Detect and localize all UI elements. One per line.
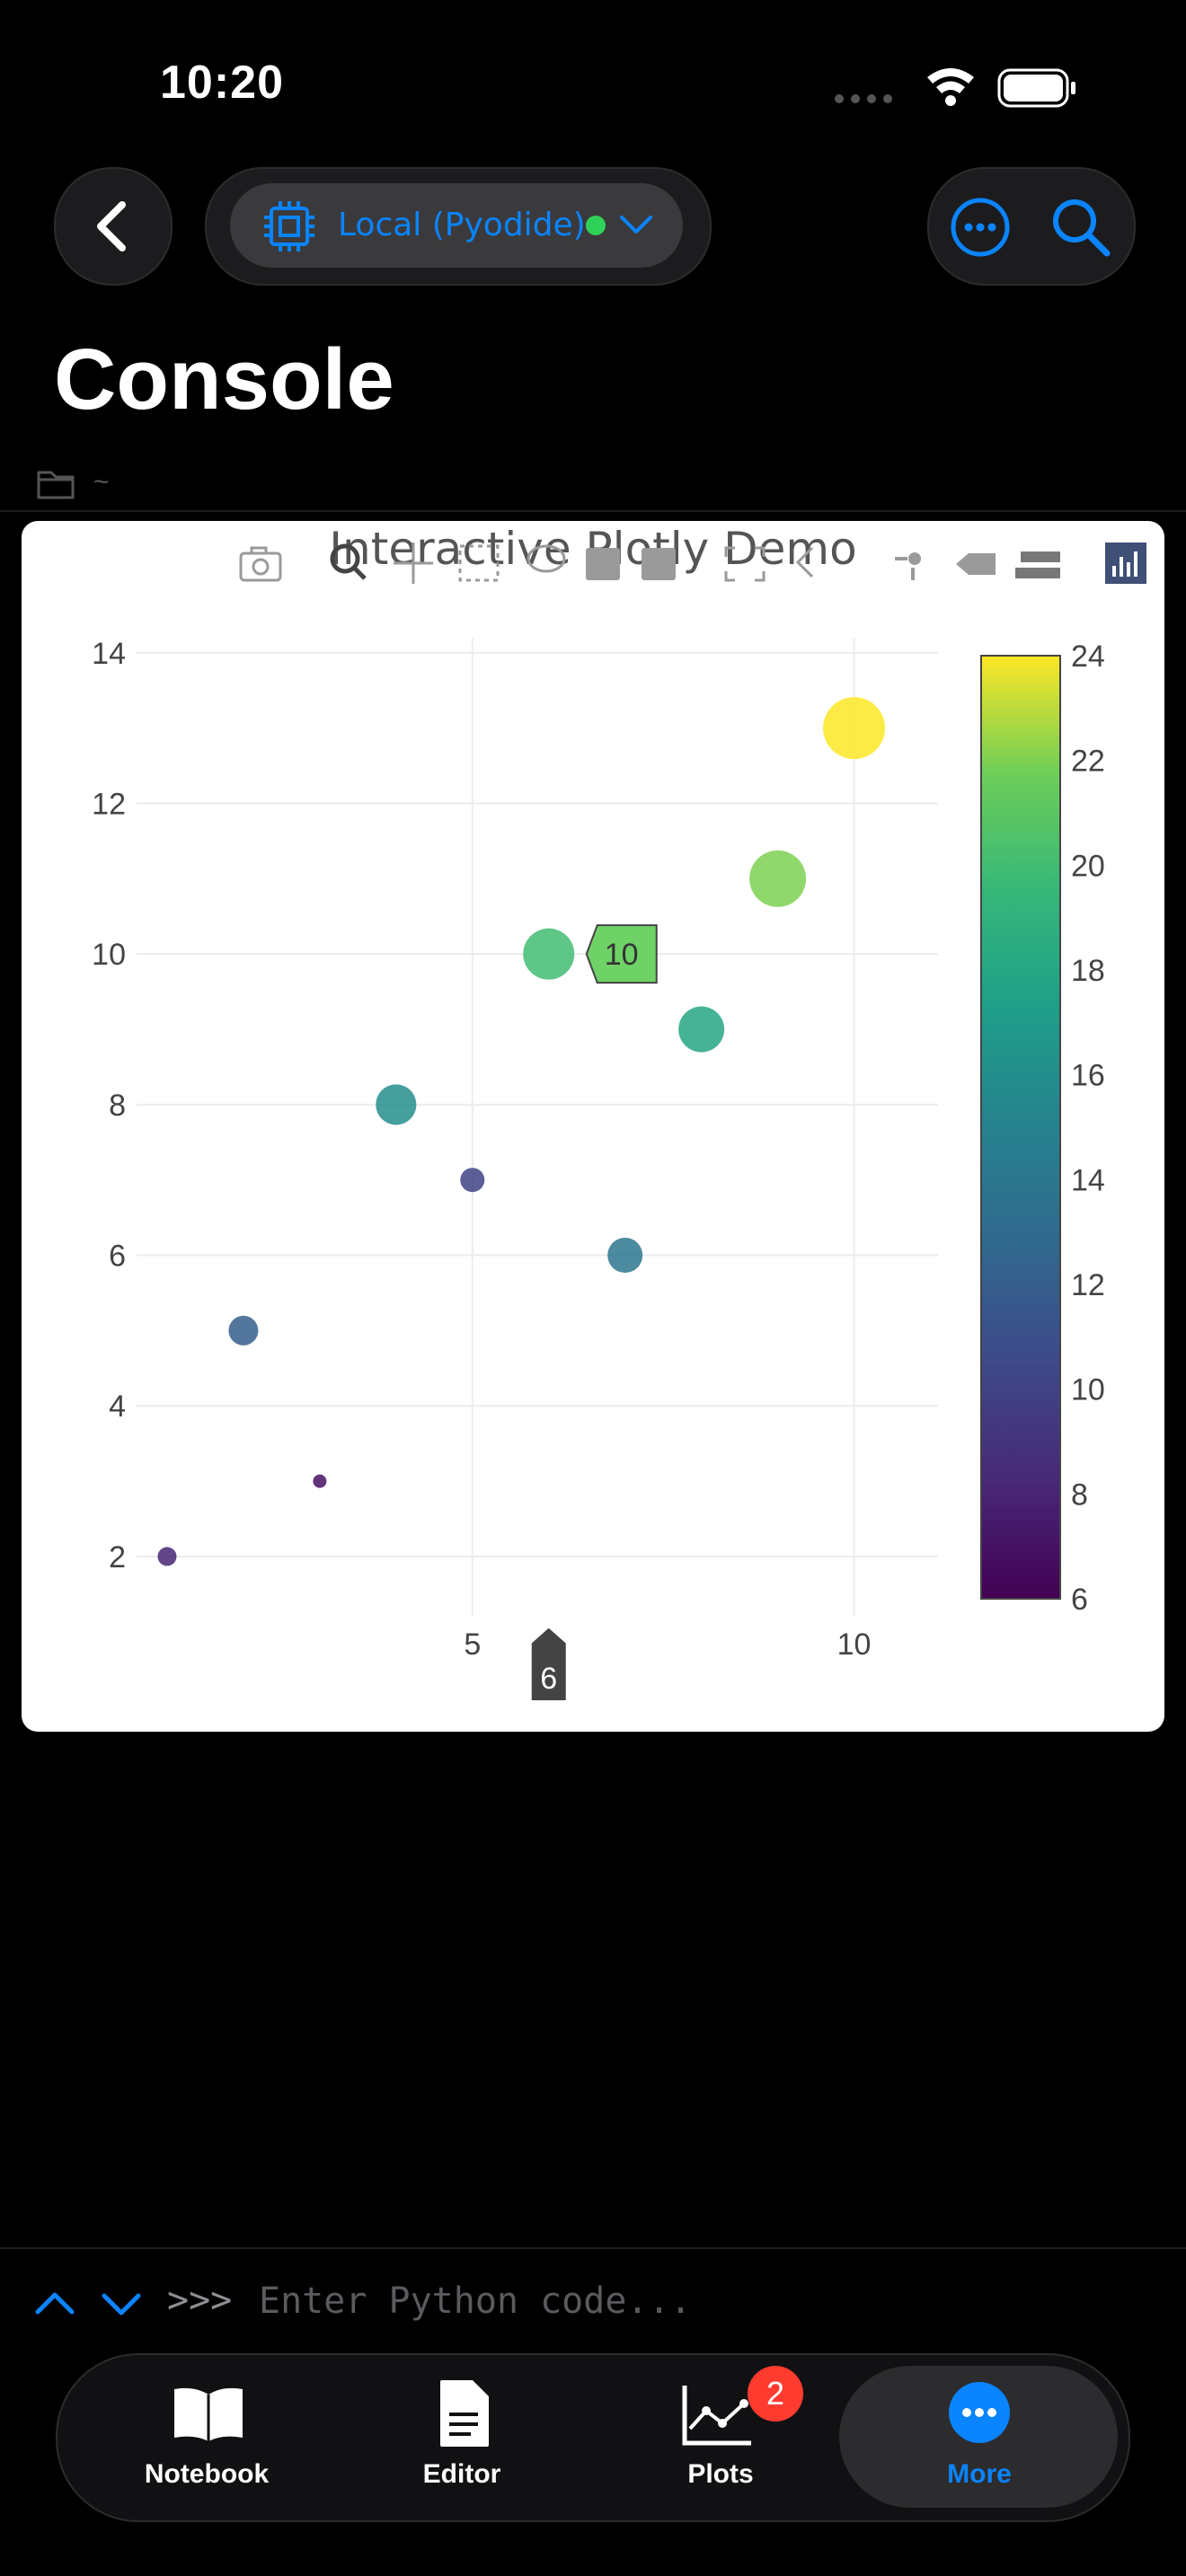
cellular-icon — [835, 94, 892, 103]
cpu-icon — [264, 201, 314, 251]
colorbar-tick-label: 12 — [1071, 1268, 1105, 1302]
x-tick-label: 10 — [837, 1628, 872, 1662]
page-title: Console — [54, 331, 394, 428]
history-up-icon[interactable] — [32, 2281, 77, 2326]
scatter-point[interactable] — [607, 1238, 643, 1274]
scatter-point[interactable] — [376, 1084, 417, 1125]
status-time: 10:20 — [160, 57, 284, 109]
tab-label: More — [947, 2459, 1012, 2489]
more-options-icon[interactable] — [949, 196, 1012, 259]
console-prompt: >>> — [167, 2280, 233, 2321]
tab-label: Plots — [687, 2459, 754, 2489]
hover-closest-icon[interactable] — [956, 553, 996, 575]
tab-notebook[interactable]: Notebook — [99, 2371, 314, 2501]
y-tick-label: 6 — [109, 1239, 126, 1274]
y-tick-label: 8 — [109, 1089, 126, 1123]
back-button[interactable] — [54, 167, 173, 286]
y-tick-label: 4 — [109, 1389, 126, 1424]
document-icon — [440, 2380, 489, 2447]
environment-label: Local (Pyodide) — [338, 207, 586, 243]
hover-compare-icon[interactable] — [1015, 551, 1060, 578]
tab-label: Notebook — [144, 2459, 270, 2489]
folder-icon — [37, 471, 75, 499]
x-axis: 5 10 — [464, 1628, 871, 1662]
status-icons — [835, 68, 1075, 108]
connection-status-dot — [586, 216, 606, 235]
colorbar-tick-label: 6 — [1071, 1583, 1088, 1617]
y-tick-label: 12 — [92, 787, 126, 821]
grid — [137, 638, 938, 1617]
book-icon — [174, 2387, 243, 2441]
python-code-input[interactable] — [257, 2271, 1069, 2332]
y-tick-label: 14 — [92, 637, 126, 671]
colorbar — [980, 655, 1061, 1600]
line-chart-icon — [682, 2386, 751, 2446]
colorbar-tick-label: 16 — [1071, 1059, 1105, 1093]
tab-label: Editor — [422, 2459, 501, 2489]
chevron-down-icon — [620, 216, 652, 234]
plotly-chart[interactable]: 2468101214 5 10 681012141618202224 10 6 I… — [22, 521, 1164, 1732]
colorbar-tick-label: 24 — [1071, 640, 1105, 674]
scatter-point[interactable] — [460, 1168, 485, 1193]
scatter-point[interactable] — [749, 850, 807, 907]
tab-more[interactable]: More — [872, 2371, 1087, 2501]
search-icon[interactable] — [1049, 196, 1112, 259]
scatter-point[interactable] — [678, 1006, 725, 1053]
hover-label-x: 6 — [531, 1628, 566, 1700]
colorbar-ticks: 6 8 10 12 14 16 18 20 22 24 — [1071, 640, 1105, 1617]
colorbar-tick-label: 14 — [1071, 1163, 1105, 1197]
working-directory: ~ — [93, 467, 110, 497]
scatter-point[interactable] — [523, 928, 575, 980]
svg-text:10: 10 — [605, 938, 639, 972]
colorbar-tick-label: 22 — [1071, 745, 1105, 779]
camera-icon[interactable] — [239, 546, 282, 582]
colorbar-tick-label: 10 — [1071, 1373, 1105, 1407]
scatter-point[interactable] — [823, 697, 886, 760]
colorbar-tick-label: 20 — [1071, 849, 1105, 883]
x-tick-label: 5 — [464, 1628, 481, 1662]
plot-output[interactable]: 2 4 6 8 10 12 14 5 10 6 8 10 12 14 16 18 20 22 24 10 6 I… — [22, 521, 1164, 1732]
zoom-in-icon[interactable] — [586, 548, 620, 580]
scatter-point[interactable] — [157, 1547, 177, 1566]
tab-editor[interactable]: Editor — [354, 2371, 570, 2501]
colorbar-tick-label: 8 — [1071, 1478, 1088, 1512]
plotly-logo-icon[interactable] — [1105, 543, 1146, 584]
svg-text:6: 6 — [540, 1662, 557, 1696]
y-axis: 2 4 6 8 10 12 14 — [92, 637, 126, 1575]
chevron-left-icon — [97, 201, 126, 251]
spike-lines-icon[interactable] — [895, 552, 921, 580]
scatter-point[interactable] — [313, 1474, 327, 1488]
notification-badge: 2 — [748, 2366, 803, 2422]
y-tick-label: 2 — [109, 1540, 126, 1575]
divider — [0, 510, 1186, 512]
battery-icon — [997, 68, 1075, 108]
zoom-out-icon[interactable] — [642, 548, 676, 580]
scatter-point[interactable] — [228, 1315, 259, 1345]
y-tick-label: 10 — [92, 938, 126, 972]
divider — [0, 2247, 1186, 2249]
header-actions — [927, 167, 1136, 286]
history-down-icon[interactable] — [99, 2281, 144, 2326]
hover-label-y: 10 — [585, 924, 658, 984]
colorbar-tick-label: 18 — [1071, 954, 1105, 988]
wifi-icon — [927, 68, 974, 106]
more-icon — [949, 2382, 1010, 2443]
scatter-series[interactable] — [157, 697, 886, 1566]
